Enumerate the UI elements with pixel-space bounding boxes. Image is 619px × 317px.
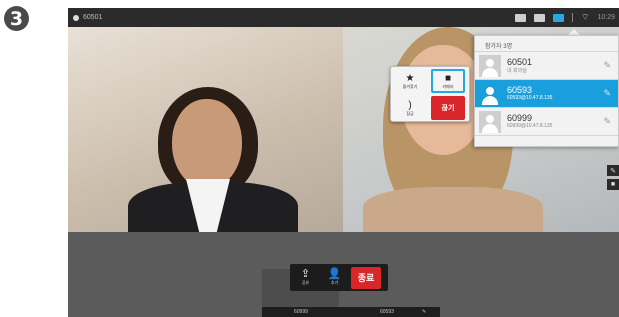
telepresence-screen: 60501 ⌔ 10:29 ⇪ 공유 👤 추가 종료 60999 60593 ✎… (68, 8, 619, 317)
share-icon: ⇪ (300, 268, 311, 280)
avatar (479, 111, 501, 133)
participant-row[interactable]: 60999 60999@10.47.8.135 ✎ (475, 108, 618, 136)
side-icons: ✎ ■ (607, 165, 619, 193)
end-call-button[interactable]: 종료 (351, 266, 381, 289)
share-button[interactable]: ⇪ 공유 (293, 267, 318, 288)
participant-name: 60593 (507, 85, 533, 95)
camera-icon: ■ (444, 72, 452, 84)
divider (572, 13, 573, 22)
top-status-bar: 60501 ⌔ 10:29 (68, 8, 619, 27)
step-number-badge: 3 (4, 6, 29, 31)
camera-label: 카메라 (442, 83, 454, 89)
mic-muted-icon[interactable]: ✎ (607, 165, 619, 176)
strip-name-right: 60593 (380, 309, 394, 315)
participant-name: 60501 (507, 57, 533, 67)
person-body (363, 187, 543, 232)
add-user-icon: 👤 (327, 268, 342, 280)
call-control-bar: ⇪ 공유 👤 추가 종료 (290, 264, 388, 291)
participant-action-popup: ★ 즐겨찾기 ■ 카메라 ) 참금 끊기 (390, 66, 470, 122)
participant-address: 60999@10.47.8.135 (507, 123, 553, 129)
participants-panel: 참가자 3명 60501 내 회의실 ✎ 60593 60593@10.47.8… (474, 35, 619, 147)
participant-address: 60593@10.47.8.135 (507, 95, 553, 101)
strip-name-left: 60999 (294, 309, 308, 315)
share-label: 공유 (301, 280, 310, 285)
mic-muted-icon: ✎ (603, 88, 611, 98)
camera-button[interactable]: ■ 카메라 (431, 69, 465, 93)
clock: 10:29 (597, 14, 615, 21)
hangup-button[interactable]: 끊기 (431, 96, 465, 120)
camera-icon[interactable] (515, 13, 526, 22)
mic-muted-icon: ✎ (603, 116, 611, 126)
participant-row-selected[interactable]: 60593 60593@10.47.8.135 ✎ (475, 80, 618, 108)
mute-icon: ✎ (422, 309, 427, 315)
add-label: 추가 (330, 280, 339, 285)
star-icon: ★ (405, 72, 415, 84)
info-icon (73, 14, 79, 21)
participant-name: 60999 (507, 113, 533, 123)
avatar (479, 55, 501, 77)
volume-icon: ) (408, 99, 412, 111)
avatar (479, 83, 501, 105)
person-face (172, 99, 242, 189)
participant-strip: 60999 60593 ✎ (262, 307, 440, 317)
volume-button[interactable]: ) 참금 (393, 96, 427, 120)
mic-muted-icon: ✎ (603, 60, 611, 70)
video-feed-left (68, 27, 343, 232)
add-participant-button[interactable]: 👤 추가 (322, 267, 347, 288)
participant-address: 내 회의실 (507, 68, 527, 74)
participants-header: 참가자 3명 (475, 36, 618, 52)
status-icons: ⌔ 10:29 (515, 8, 615, 27)
keyboard-icon[interactable] (534, 13, 545, 22)
participant-row[interactable]: 60501 내 회의실 ✎ (475, 52, 618, 80)
favorites-button[interactable]: ★ 즐겨찾기 (393, 69, 427, 93)
volume-label: 참금 (406, 110, 414, 116)
wifi-icon: ⌔ (581, 12, 590, 22)
participants-icon[interactable] (553, 13, 564, 22)
call-id: 60501 (83, 14, 103, 21)
favorites-label: 즐겨찾기 (402, 83, 418, 89)
call-info[interactable]: 60501 (73, 14, 102, 21)
lock-icon[interactable]: ■ (607, 179, 619, 190)
